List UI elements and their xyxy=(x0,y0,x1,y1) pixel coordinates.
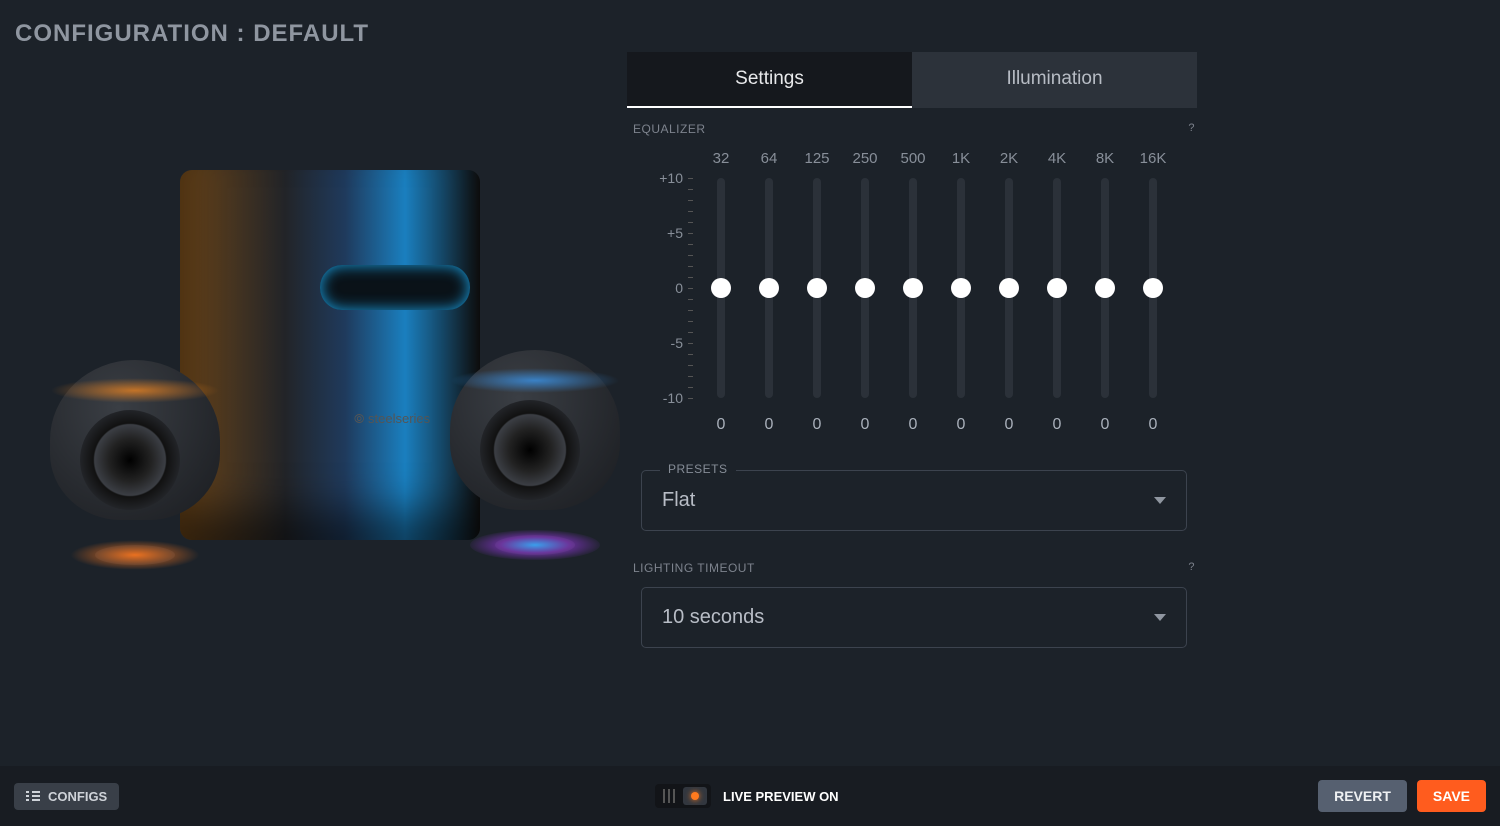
presets-label: PRESETS xyxy=(660,462,736,476)
chevron-down-icon xyxy=(1154,497,1166,504)
product-illustration: ⦾ steelseries xyxy=(50,170,610,600)
equalizer: 32 64 125 250 500 1K 2K 4K 8K 16K +10 +5… xyxy=(627,146,1197,446)
eq-slider-250[interactable] xyxy=(855,278,875,298)
lighting-timeout-help-icon[interactable]: ? xyxy=(1188,561,1195,573)
lighting-timeout-select[interactable]: 10 seconds xyxy=(642,588,1186,647)
eq-freq-label: 4K xyxy=(1033,150,1081,167)
eq-slider-1k[interactable] xyxy=(951,278,971,298)
presets-select[interactable]: Flat xyxy=(642,471,1186,530)
tab-illumination[interactable]: Illumination xyxy=(912,52,1197,108)
eq-value: 0 xyxy=(985,416,1033,434)
eq-slider-16k[interactable] xyxy=(1143,278,1163,298)
eq-value: 0 xyxy=(889,416,937,434)
lighting-timeout-label: LIGHTING TIMEOUT ? xyxy=(633,561,1197,575)
eq-value: 0 xyxy=(793,416,841,434)
configs-button[interactable]: CONFIGS xyxy=(14,783,119,810)
live-preview-toggle[interactable] xyxy=(655,784,711,808)
eq-slider-2k[interactable] xyxy=(999,278,1019,298)
page-title: CONFIGURATION : DEFAULT xyxy=(15,20,369,48)
settings-panel: Settings Illumination EQUALIZER ? 32 64 … xyxy=(627,52,1197,648)
eq-value: 0 xyxy=(1081,416,1129,434)
eq-slider-8k[interactable] xyxy=(1095,278,1115,298)
eq-freq-label: 64 xyxy=(745,150,793,167)
revert-button[interactable]: REVERT xyxy=(1318,780,1407,812)
eq-value: 0 xyxy=(937,416,985,434)
eq-freq-label: 500 xyxy=(889,150,937,167)
eq-freq-label: 1K xyxy=(937,150,985,167)
configs-label: CONFIGS xyxy=(48,789,107,804)
tab-settings[interactable]: Settings xyxy=(627,52,912,108)
eq-slider-125[interactable] xyxy=(807,278,827,298)
eq-scale: +10 +5 0 -5 -10 xyxy=(637,178,697,398)
eq-freq-label: 32 xyxy=(697,150,745,167)
eq-freq-label: 16K xyxy=(1129,150,1177,167)
eq-slider-500[interactable] xyxy=(903,278,923,298)
equalizer-label: EQUALIZER ? xyxy=(633,122,1197,136)
eq-slider-64[interactable] xyxy=(759,278,779,298)
indicator-dot-icon xyxy=(691,792,699,800)
save-button[interactable]: SAVE xyxy=(1417,780,1486,812)
live-preview-label: LIVE PREVIEW ON xyxy=(723,789,839,804)
eq-value: 0 xyxy=(841,416,889,434)
footer-bar: CONFIGS LIVE PREVIEW ON REVERT SAVE xyxy=(0,766,1500,826)
list-icon xyxy=(26,790,40,802)
eq-freq-label: 250 xyxy=(841,150,889,167)
lighting-timeout-selected: 10 seconds xyxy=(662,606,764,629)
eq-freq-label: 125 xyxy=(793,150,841,167)
eq-freq-label: 8K xyxy=(1081,150,1129,167)
eq-slider-32[interactable] xyxy=(711,278,731,298)
eq-value: 0 xyxy=(1033,416,1081,434)
presets-selected: Flat xyxy=(662,489,695,512)
eq-freq-label: 2K xyxy=(985,150,1033,167)
equalizer-help-icon[interactable]: ? xyxy=(1188,122,1195,134)
eq-slider-4k[interactable] xyxy=(1047,278,1067,298)
eq-value: 0 xyxy=(697,416,745,434)
chevron-down-icon xyxy=(1154,614,1166,621)
presets-box: PRESETS Flat xyxy=(641,470,1187,531)
eq-value: 0 xyxy=(745,416,793,434)
eq-value: 0 xyxy=(1129,416,1177,434)
